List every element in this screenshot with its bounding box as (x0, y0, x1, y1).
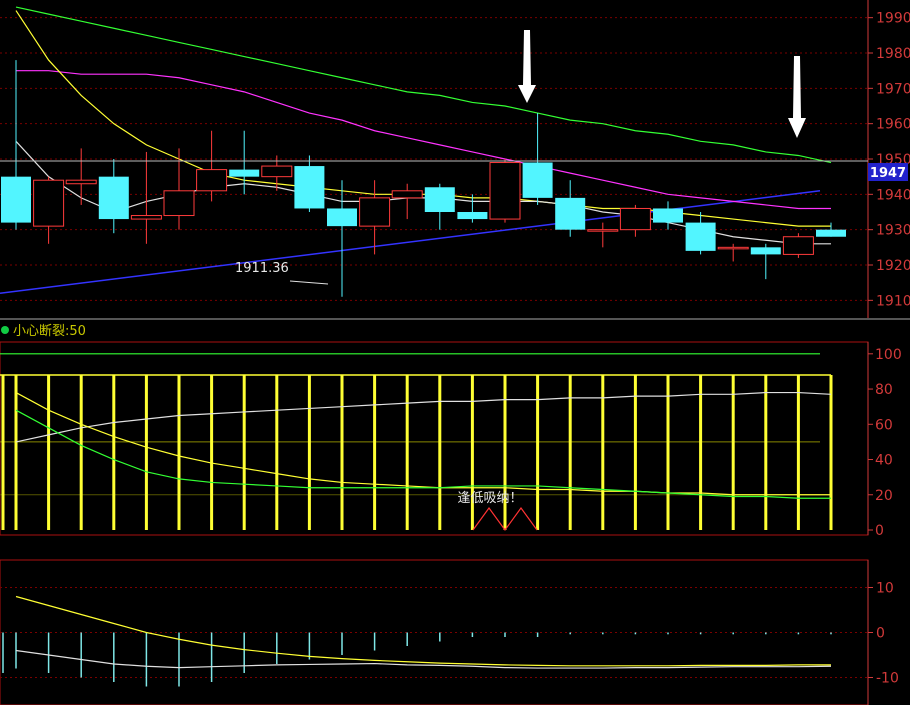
macd-tick-label: 0 (876, 626, 885, 642)
indicator-tick-label: 100 (875, 347, 902, 363)
macd-tick-label: -10 (876, 671, 899, 687)
indicator-axis-ticks: 100 80 60 40 20 0 (868, 347, 902, 539)
indicator-bars (0, 374, 833, 530)
candle[interactable] (750, 243, 781, 280)
price-axis-ticks: 199019801970196019501940193019201910 (868, 11, 910, 309)
price-tick-label: 1910 (876, 293, 910, 309)
price-tick-label: 1990 (876, 11, 910, 27)
candle[interactable] (391, 183, 423, 220)
price-tick-label: 1960 (876, 117, 910, 133)
candle-body (65, 179, 97, 185)
macd-axis-ticks: 10 0 -10 (868, 581, 899, 687)
candle[interactable] (196, 130, 228, 202)
candle-body (587, 229, 619, 232)
candle[interactable] (294, 155, 325, 212)
candle-body (359, 197, 391, 227)
candle-body (619, 207, 651, 231)
candle[interactable] (685, 212, 716, 255)
price-tick-label: 1940 (876, 187, 910, 203)
indicator-lines (15, 391, 832, 499)
candle-body (130, 215, 162, 220)
macd-tick-label: 10 (876, 581, 894, 597)
candle-body (163, 190, 195, 217)
indicator-tick-label: 80 (875, 382, 893, 398)
candle-body (1, 176, 31, 223)
candle[interactable] (489, 159, 521, 223)
candle-body (229, 169, 260, 177)
indicator-status-dot (1, 326, 9, 334)
indicator-tick-label: 20 (875, 488, 893, 504)
price-tick-label: 1970 (876, 81, 910, 97)
indicator-tick-label: 60 (875, 417, 893, 433)
indicator-label: 小心断裂:50 (13, 324, 86, 339)
candle[interactable] (522, 113, 553, 205)
indicator-yellow-line (15, 392, 831, 496)
candle[interactable] (327, 180, 357, 297)
candle-body (750, 247, 781, 255)
candle-body (489, 162, 521, 220)
price-tick-label: 1980 (876, 46, 910, 62)
candle[interactable] (424, 183, 455, 230)
low-price-annotation: 1911.36 (235, 261, 289, 276)
candle[interactable] (555, 180, 586, 237)
stock-chart[interactable]: 199019801970196019501940193019201910 194… (0, 0, 910, 705)
candle-body (391, 190, 423, 199)
candle-body (327, 208, 357, 227)
candle[interactable] (457, 194, 488, 223)
candle-body (294, 166, 325, 209)
candle-body (98, 176, 129, 220)
candle-body (33, 179, 65, 227)
price-tick-label: 1930 (876, 223, 910, 239)
macd-lines (15, 595, 832, 669)
moving-averages (15, 6, 832, 245)
candle-body (782, 236, 814, 255)
candle[interactable] (359, 180, 391, 255)
candle[interactable] (619, 204, 651, 237)
macd-histogram (2, 632, 832, 687)
candle[interactable] (98, 159, 129, 234)
candle[interactable] (816, 222, 846, 237)
candle-body (196, 169, 228, 192)
candle-body (457, 212, 488, 220)
buy-signal-text: 逢低吸纳！ (457, 491, 522, 506)
candle[interactable] (1, 60, 31, 230)
macd-panel[interactable]: 10 0 -10 (0, 559, 899, 705)
price-tick-label: 1920 (876, 258, 910, 274)
candle[interactable] (65, 148, 97, 205)
candle-body (653, 208, 683, 223)
candle-body (522, 162, 553, 198)
indicator-panel[interactable]: 小心断裂:50 100 80 60 40 20 0 逢低吸纳！ (0, 324, 902, 539)
candle-body (424, 187, 455, 212)
candle-body (816, 229, 846, 237)
indicator-green-line (15, 409, 831, 499)
indicator-white-line (15, 391, 832, 443)
candle-body (685, 222, 716, 251)
indicator-frame (0, 341, 869, 536)
indicator-tick-label: 0 (875, 523, 884, 539)
candle-body (261, 165, 293, 178)
down-arrow-icon (518, 30, 536, 103)
candle[interactable] (33, 176, 65, 244)
indicator-tick-label: 40 (875, 453, 893, 469)
price-grid (0, 17, 868, 301)
low-annotation-leader (289, 280, 329, 285)
candle[interactable] (587, 222, 619, 248)
macd-dea-line (15, 595, 831, 667)
candle-body (717, 246, 749, 250)
price-panel[interactable]: 199019801970196019501940193019201910 194… (0, 0, 910, 318)
candle-body (555, 197, 586, 230)
ma-yellow-line (15, 10, 831, 227)
candle[interactable] (717, 243, 749, 262)
down-arrow-icon (788, 56, 806, 138)
candlesticks[interactable] (1, 60, 846, 297)
macd-grid (0, 587, 868, 678)
candle[interactable] (782, 233, 814, 258)
current-price-label: 1947 (870, 166, 906, 181)
